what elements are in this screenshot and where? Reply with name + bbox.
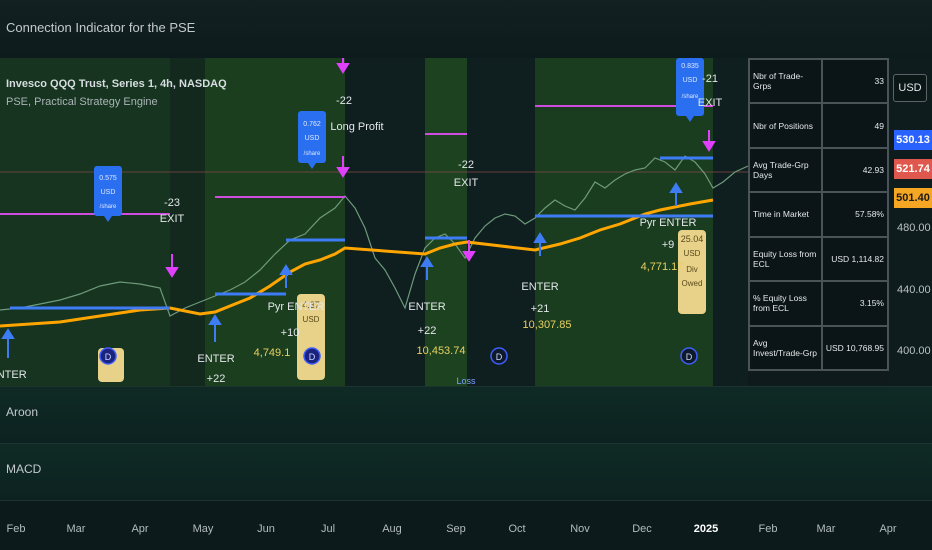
svg-text:USD: USD <box>305 135 320 142</box>
currency-button[interactable]: USD <box>893 74 927 102</box>
price-tag-red: 521.74 <box>894 159 932 179</box>
enter-label: ENTER <box>0 369 27 381</box>
per-share-callout: 0.575 USD /share <box>94 166 122 222</box>
price-tag-blue: 530.13 <box>894 130 932 150</box>
enter-qty: +21 <box>531 303 550 315</box>
exit-qty: -21 <box>702 73 718 85</box>
stats-table: Nbr of Trade-Grps 33 Nbr of Positions 49 A… <box>748 57 890 372</box>
svg-text:0.575: 0.575 <box>99 175 117 182</box>
dividend-marker: D <box>99 347 117 365</box>
window-title: Connection Indicator for the PSE <box>6 20 196 35</box>
svg-text:USD: USD <box>101 189 116 196</box>
loss-label: Loss <box>456 376 476 386</box>
enter-qty: +9 <box>662 239 675 251</box>
long-profit-label: Long Profit <box>330 121 383 133</box>
chart-legend: Invesco QQQ Trust, Series 1, 4h, NASDAQ … <box>6 78 227 108</box>
symbol-legend: Invesco QQQ Trust, Series 1, 4h, NASDAQ <box>6 78 227 90</box>
invest-amount: 10,307.85 <box>523 319 572 331</box>
svg-text:0.835: 0.835 <box>681 63 699 70</box>
exit-label: EXIT <box>698 97 723 109</box>
stats-row: Nbr of Positions 49 <box>748 102 890 149</box>
stats-row: Time in Market 57.58% <box>748 191 890 238</box>
indicator-legend: PSE, Practical Strategy Engine <box>6 96 158 108</box>
time-tick: Feb <box>6 523 26 535</box>
pyr-enter-label: Pyr ENTER <box>268 301 325 313</box>
svg-text:Owed: Owed <box>682 279 703 288</box>
price-tag-orange: 501.40 <box>894 188 932 208</box>
svg-text:Div: Div <box>686 265 698 274</box>
time-tick: Oct <box>508 523 526 535</box>
time-tick: Mar <box>66 523 86 535</box>
svg-text:USD: USD <box>684 249 701 258</box>
svg-text:USD: USD <box>683 77 698 84</box>
exit-qty: -22 <box>458 159 474 171</box>
enter-qty: +22 <box>207 373 226 385</box>
aroon-title: Aroon <box>6 405 39 419</box>
per-share-callout: 0.835 USD /share <box>676 58 704 122</box>
svg-text:/share: /share <box>100 204 117 210</box>
stats-row: Avg Trade-Grp Days 42.93 <box>748 146 890 194</box>
trade-band <box>467 58 535 386</box>
dividend-marker: D <box>490 347 508 365</box>
exit-qty: -23 <box>164 197 180 209</box>
svg-text:25.04: 25.04 <box>681 234 704 244</box>
stats-row: Equity Loss from ECL USD 1,114.82 <box>748 235 890 283</box>
exit-qty: -22 <box>336 95 352 107</box>
svg-text:D: D <box>105 352 112 362</box>
top-bar: Connection Indicator for the PSE <box>0 0 932 58</box>
enter-label: ENTER <box>197 353 234 365</box>
pyr-enter-label: Pyr ENTER <box>640 217 697 229</box>
trade-band <box>345 58 425 386</box>
time-tick: Apr <box>131 523 149 535</box>
time-tick: Dec <box>632 523 652 535</box>
svg-text:/share: /share <box>682 94 699 100</box>
price-label: 480.00 <box>897 222 931 234</box>
invest-amount: 4,771.17 <box>641 261 684 273</box>
aroon-pane[interactable]: Aroon <box>0 386 932 444</box>
svg-text:/share: /share <box>304 151 321 157</box>
exit-label: EXIT <box>160 213 185 225</box>
stats-row: Nbr of Trade-Grps 33 <box>748 57 890 105</box>
svg-text:D: D <box>309 352 316 362</box>
time-tick: Nov <box>570 523 590 535</box>
macd-pane[interactable]: MACD <box>0 443 932 501</box>
stats-row: Avg Invest/Trade-Grp USD 10,768.95 <box>748 324 890 372</box>
exit-label: EXIT <box>454 177 479 189</box>
time-tick: Feb <box>758 523 778 535</box>
invest-amount: 4,749.1 <box>254 347 291 359</box>
per-share-callout: 0.762 USD /share <box>298 111 326 169</box>
time-tick: Sep <box>446 523 466 535</box>
svg-text:D: D <box>686 352 693 362</box>
time-axis[interactable]: Feb Mar Apr May Jun Jul Aug Sep Oct Nov … <box>0 500 932 550</box>
price-label: 400.00 <box>897 345 931 357</box>
invest-amount: 10,453.74 <box>417 345 466 357</box>
time-tick: Mar <box>816 523 836 535</box>
price-label: 440.00 <box>897 284 931 296</box>
enter-qty: +10 <box>281 327 300 339</box>
svg-text:0.762: 0.762 <box>303 121 321 128</box>
svg-text:USD: USD <box>303 315 320 324</box>
enter-qty: +22 <box>418 325 437 337</box>
svg-text:D: D <box>496 352 503 362</box>
enter-label: ENTER <box>521 281 558 293</box>
time-tick-year: 2025 <box>693 523 719 535</box>
macd-title: MACD <box>6 462 42 476</box>
time-tick: Apr <box>879 523 897 535</box>
time-tick: Aug <box>382 523 402 535</box>
time-tick: Jul <box>320 523 336 535</box>
enter-label: ENTER <box>408 301 445 313</box>
dividend-marker: D <box>680 347 698 365</box>
dividend-marker: D <box>303 347 321 365</box>
time-tick: Jun <box>257 523 275 535</box>
chart-app: Connection Indicator for the PSE 0.575 U… <box>0 0 932 550</box>
time-tick: May <box>192 523 214 535</box>
stats-row: % Equity Loss from ECL 3.15% <box>748 280 890 327</box>
